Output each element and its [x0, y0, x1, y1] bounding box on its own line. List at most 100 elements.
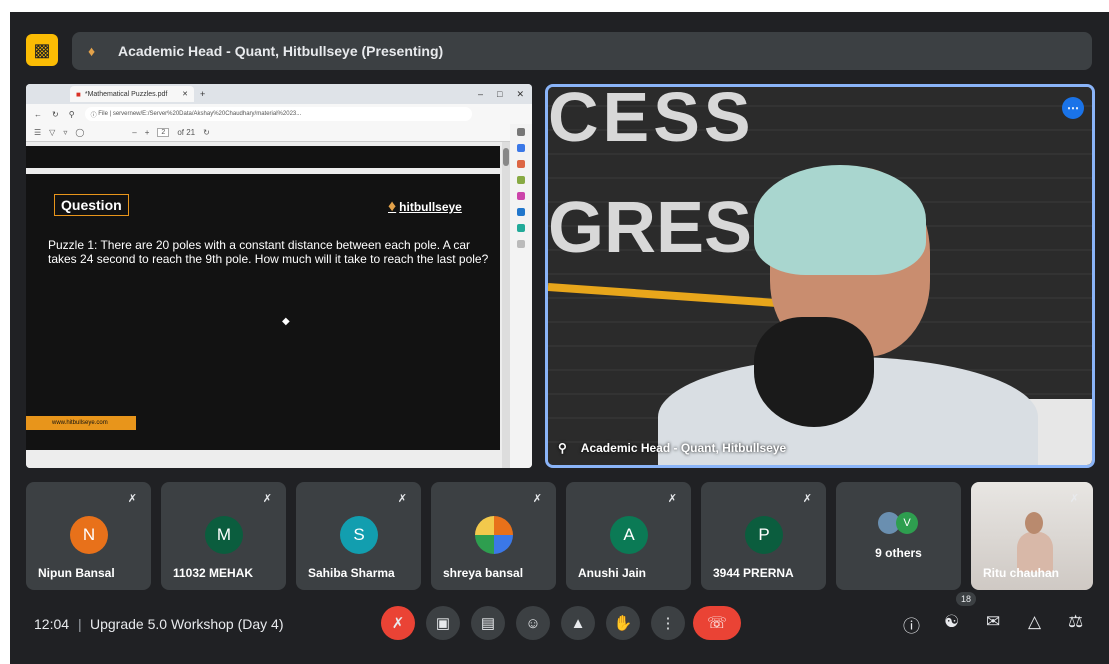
brand-text: hitbullseye	[399, 200, 462, 214]
website-strip: www.hitbullseye.com	[26, 416, 136, 430]
tab-title: *Mathematical Puzzles.pdf	[84, 90, 168, 98]
browser-tabbar: ■ *Mathematical Puzzles.pdf ✕ + – □ ✕	[26, 84, 532, 104]
others-label: 9 others	[875, 546, 922, 560]
participant-name: Sahiba Sharma	[308, 566, 395, 580]
speaker-tile[interactable]: CESS GRESS ⋯ ⚲ Academic Head - Quant, Hi…	[545, 84, 1095, 468]
avatar: N	[70, 516, 108, 554]
meeting-info-icon[interactable]: ⓘ	[903, 612, 920, 637]
zoom-in-icon[interactable]: +	[145, 128, 150, 137]
contents-icon[interactable]: ☰	[34, 128, 41, 137]
url-field[interactable]: ⓘ File | servernew/E:/Server%20Data/Aksh…	[84, 107, 472, 121]
mic-off-icon: ✗	[127, 493, 137, 505]
sidebar-office-icon[interactable]	[517, 192, 525, 200]
new-tab-icon[interactable]: +	[200, 89, 205, 99]
speaker-name: Academic Head - Quant, Hitbullseye	[580, 441, 787, 455]
mic-off-icon: ✗	[262, 493, 272, 505]
avatar-image	[475, 516, 513, 554]
participant-tile[interactable]: ✗ P 3944 PRERNA	[701, 482, 826, 590]
activities-icon[interactable]: △	[1028, 612, 1041, 632]
mic-off-icon: ✗	[391, 615, 405, 632]
previous-page	[26, 146, 500, 168]
zoom-out-icon[interactable]: –	[132, 128, 136, 137]
pdf-slide: Question ♦ hitbullseye Puzzle 1: There a…	[26, 174, 500, 450]
participant-tile[interactable]: ✗ M 11032 MEHAK	[161, 482, 286, 590]
close-tab-icon[interactable]: ✕	[182, 90, 188, 98]
sidebar-copilot-icon[interactable]	[517, 144, 525, 152]
sidebar-games-icon[interactable]	[517, 176, 525, 184]
question-label: Question	[54, 194, 129, 216]
emoji-icon: ☺	[525, 614, 541, 632]
camera-toggle-button[interactable]: ▣	[426, 606, 460, 640]
address-bar: ← ↻ ⚲ ⓘ File | servernew/E:/Server%20Dat…	[26, 104, 532, 124]
chat-icon[interactable]: ✉	[986, 612, 1000, 632]
erase-icon[interactable]: ◯	[75, 128, 84, 137]
back-icon[interactable]: ←	[34, 110, 42, 119]
mic-toggle-button[interactable]: ✗	[381, 606, 415, 640]
mic-off-icon: ✗	[1069, 493, 1079, 505]
avatar: M	[205, 516, 243, 554]
present-icon: ▲	[570, 614, 586, 632]
speaker-name-tag: ⚲ Academic Head - Quant, Hitbullseye	[558, 441, 786, 455]
participant-tile[interactable]: ✗ shreya bansal	[431, 482, 556, 590]
participant-tile[interactable]: ✗ N Nipun Bansal	[26, 482, 151, 590]
people-icon[interactable]: ☯	[944, 612, 959, 632]
url-prefix: File	[98, 111, 108, 117]
avatar: S	[340, 516, 378, 554]
reload-icon[interactable]: ↻	[52, 110, 59, 119]
host-controls-icon[interactable]: ⚖	[1068, 612, 1083, 632]
sidebar-tools-icon[interactable]	[517, 224, 525, 232]
sidebar-search-icon[interactable]	[517, 128, 525, 136]
separator: |	[78, 616, 82, 632]
raise-hand-button[interactable]: ✋	[606, 606, 640, 640]
participant-tile[interactable]: ✗ Ritu chauhan	[971, 482, 1093, 590]
pdf-viewport[interactable]: Question ♦ hitbullseye Puzzle 1: There a…	[26, 142, 502, 468]
maximize-icon[interactable]: □	[497, 89, 502, 100]
puzzle-text: Puzzle 1: There are 20 poles with a cons…	[48, 238, 489, 266]
pdf-scrollbar[interactable]	[502, 142, 510, 468]
more-options-icon[interactable]: ⋯	[1062, 97, 1084, 119]
more-vertical-icon: ⋮	[660, 615, 676, 632]
participant-name: 3944 PRERNA	[713, 566, 794, 580]
presenting-pill[interactable]: ♦ Academic Head - Quant, Hitbullseye (Pr…	[72, 32, 1092, 70]
sidebar-shopping-icon[interactable]	[517, 160, 525, 168]
others-tile[interactable]: V 9 others	[836, 482, 961, 590]
browser-sidebar	[510, 124, 532, 468]
reactions-button[interactable]: ☺	[516, 606, 550, 640]
participant-head	[1025, 512, 1043, 534]
sidebar-add-icon[interactable]	[517, 240, 525, 248]
participant-tile[interactable]: ✗ S Sahiba Sharma	[296, 482, 421, 590]
scroll-thumb[interactable]	[503, 148, 509, 166]
browser-tab[interactable]: ■ *Mathematical Puzzles.pdf ✕	[70, 86, 194, 102]
hand-icon: ✋	[613, 615, 633, 632]
presenter-bar: ▩ ♦ Academic Head - Quant, Hitbullseye (…	[26, 32, 1092, 70]
participant-name: Anushi Jain	[578, 566, 647, 580]
meeting-title: Upgrade 5.0 Workshop (Day 4)	[90, 616, 284, 632]
bull-icon: ♦	[88, 43, 96, 59]
leave-call-button[interactable]: ☏	[693, 606, 741, 640]
captions-icon: ▤	[480, 615, 496, 632]
pdf-toolbar: ☰ ▽ ▿ ◯ – + 2 of 21 ↻	[26, 124, 532, 142]
pdf-icon: ■	[76, 89, 81, 99]
control-bar: 12:04 | Upgrade 5.0 Workshop (Day 4) ✗ ▣…	[10, 592, 1109, 652]
pin-icon[interactable]: ⚲	[558, 441, 567, 455]
search-icon[interactable]: ⚲	[69, 110, 75, 119]
more-options-button[interactable]: ⋮	[651, 606, 685, 640]
page-total: of 21	[177, 128, 196, 137]
highlight-icon[interactable]: ▿	[63, 128, 67, 137]
participant-name: 11032 MEHAK	[173, 566, 254, 580]
clock: 12:04	[34, 616, 70, 632]
stop-presenting-icon[interactable]: ▩	[26, 34, 58, 66]
close-window-icon[interactable]: ✕	[516, 89, 524, 100]
page-number-input[interactable]: 2	[157, 128, 170, 137]
sidebar-outlook-icon[interactable]	[517, 208, 525, 216]
mic-off-icon: ✗	[802, 493, 812, 505]
minimize-icon[interactable]: –	[478, 89, 483, 100]
speaker-beard	[754, 317, 874, 427]
meet-window: ▩ ♦ Academic Head - Quant, Hitbullseye (…	[10, 12, 1109, 664]
rotate-icon[interactable]: ↻	[203, 128, 210, 137]
present-button[interactable]: ▲	[561, 606, 595, 640]
participant-count-badge: 18	[956, 592, 977, 606]
draw-icon[interactable]: ▽	[49, 128, 55, 137]
captions-button[interactable]: ▤	[471, 606, 505, 640]
participant-tile[interactable]: ✗ A Anushi Jain	[566, 482, 691, 590]
